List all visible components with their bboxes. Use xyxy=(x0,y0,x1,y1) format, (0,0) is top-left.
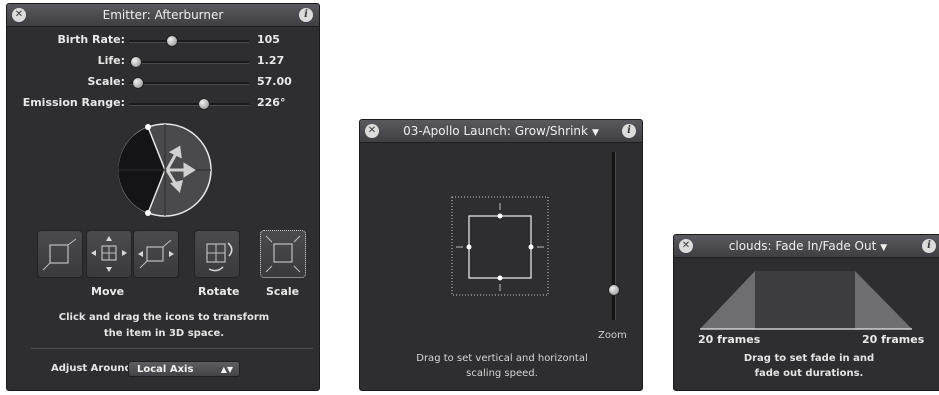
slider-label: Emission Range: xyxy=(22,96,125,109)
scale-icon xyxy=(265,235,301,273)
fade-instructions-line2: fade out durations. xyxy=(754,368,864,379)
rotate-icon xyxy=(206,242,233,272)
fade-in-frames: 20 frames xyxy=(698,333,761,346)
chevron-down-icon[interactable]: ▼ xyxy=(592,128,599,138)
slider-track[interactable] xyxy=(129,77,249,89)
move-3d-icon xyxy=(138,239,174,269)
fade-titlebar: ✕ clouds: Fade In/Fade Out ▼ i xyxy=(674,235,939,258)
close-icon[interactable]: ✕ xyxy=(365,124,379,138)
emitter-instructions-line1: Click and drag the icons to transform xyxy=(58,312,270,323)
zoom-slider-track[interactable] xyxy=(608,152,620,320)
zoom-label: Zoom xyxy=(598,330,627,341)
grow-instructions-line2: scaling speed. xyxy=(466,368,538,379)
info-icon[interactable]: i xyxy=(299,8,313,22)
move-label: Move xyxy=(91,285,125,298)
move-all-icon xyxy=(91,236,127,272)
move-xy-tool[interactable] xyxy=(37,230,83,278)
slider-label: Life: xyxy=(97,54,125,67)
rotate-tool[interactable] xyxy=(194,230,240,278)
slider-knob[interactable] xyxy=(132,77,144,89)
grow-shrink-titlebar: ✕ 03-Apollo Launch: Grow/Shrink ▼ i xyxy=(360,120,642,143)
scale-tool[interactable] xyxy=(260,230,306,278)
fade-out-frames: 20 frames xyxy=(862,333,925,346)
grow-shrink-title: 03-Apollo Launch: Grow/Shrink xyxy=(403,124,588,138)
slider-label: Scale: xyxy=(87,75,126,88)
slider-track[interactable] xyxy=(129,35,249,47)
emission-range-dial[interactable] xyxy=(115,120,215,220)
slider-track[interactable] xyxy=(129,98,249,110)
fade-curve-graph[interactable] xyxy=(700,271,914,331)
slider-value: 1.27 xyxy=(257,54,285,67)
info-icon[interactable]: i xyxy=(922,239,936,253)
move-depth-tool[interactable] xyxy=(133,230,179,278)
move-xy-icon xyxy=(42,238,77,271)
scale-label: Scale xyxy=(266,285,300,298)
close-icon[interactable]: ✕ xyxy=(12,8,26,22)
emitter-instructions-line2: the item in 3D space. xyxy=(103,328,225,339)
adjust-around-popup[interactable]: Local Axis ▲▼ xyxy=(128,361,240,377)
adjust-around-value: Local Axis xyxy=(137,364,194,375)
adjust-around-label: Adjust Around: xyxy=(51,363,136,374)
slider-knob[interactable] xyxy=(166,35,178,47)
slider-value: 105 xyxy=(257,33,280,46)
close-icon[interactable]: ✕ xyxy=(679,239,693,253)
slider-value: 57.00 xyxy=(257,75,292,88)
divider xyxy=(31,348,313,349)
fade-instructions-line1: Drag to set fade in and xyxy=(743,353,875,364)
fade-hud: ✕ clouds: Fade In/Fade Out ▼ i 20 frames … xyxy=(673,234,939,391)
slider-value: 226° xyxy=(257,96,286,109)
zoom-slider-knob[interactable] xyxy=(608,284,620,296)
slider-label: Birth Rate: xyxy=(57,33,125,46)
emitter-title: Emitter: Afterburner xyxy=(102,8,224,22)
scaling-speed-control[interactable] xyxy=(450,195,550,297)
slider-row-birth-rate: Birth Rate: 105 xyxy=(7,30,319,50)
slider-track[interactable] xyxy=(129,56,249,68)
slider-row-emission-range: Emission Range: 226° xyxy=(7,93,319,113)
emitter-hud: ✕ Emitter: Afterburner i Birth Rate: 105… xyxy=(6,3,320,391)
popup-arrows-icon: ▲▼ xyxy=(220,365,233,374)
info-icon[interactable]: i xyxy=(622,124,636,138)
grow-shrink-hud: ✕ 03-Apollo Launch: Grow/Shrink ▼ i Zoom … xyxy=(359,119,643,391)
slider-knob[interactable] xyxy=(130,56,142,68)
emitter-titlebar: ✕ Emitter: Afterburner i xyxy=(7,4,319,27)
slider-knob[interactable] xyxy=(198,98,210,110)
slider-row-scale: Scale: 57.00 xyxy=(7,72,319,92)
slider-row-life: Life: 1.27 xyxy=(7,51,319,71)
rotate-label: Rotate xyxy=(198,285,240,298)
fade-title: clouds: Fade In/Fade Out xyxy=(728,239,877,253)
chevron-down-icon[interactable]: ▼ xyxy=(880,243,887,253)
move-plane-tool[interactable] xyxy=(86,230,132,278)
grow-instructions-line1: Drag to set vertical and horizontal xyxy=(416,353,588,364)
